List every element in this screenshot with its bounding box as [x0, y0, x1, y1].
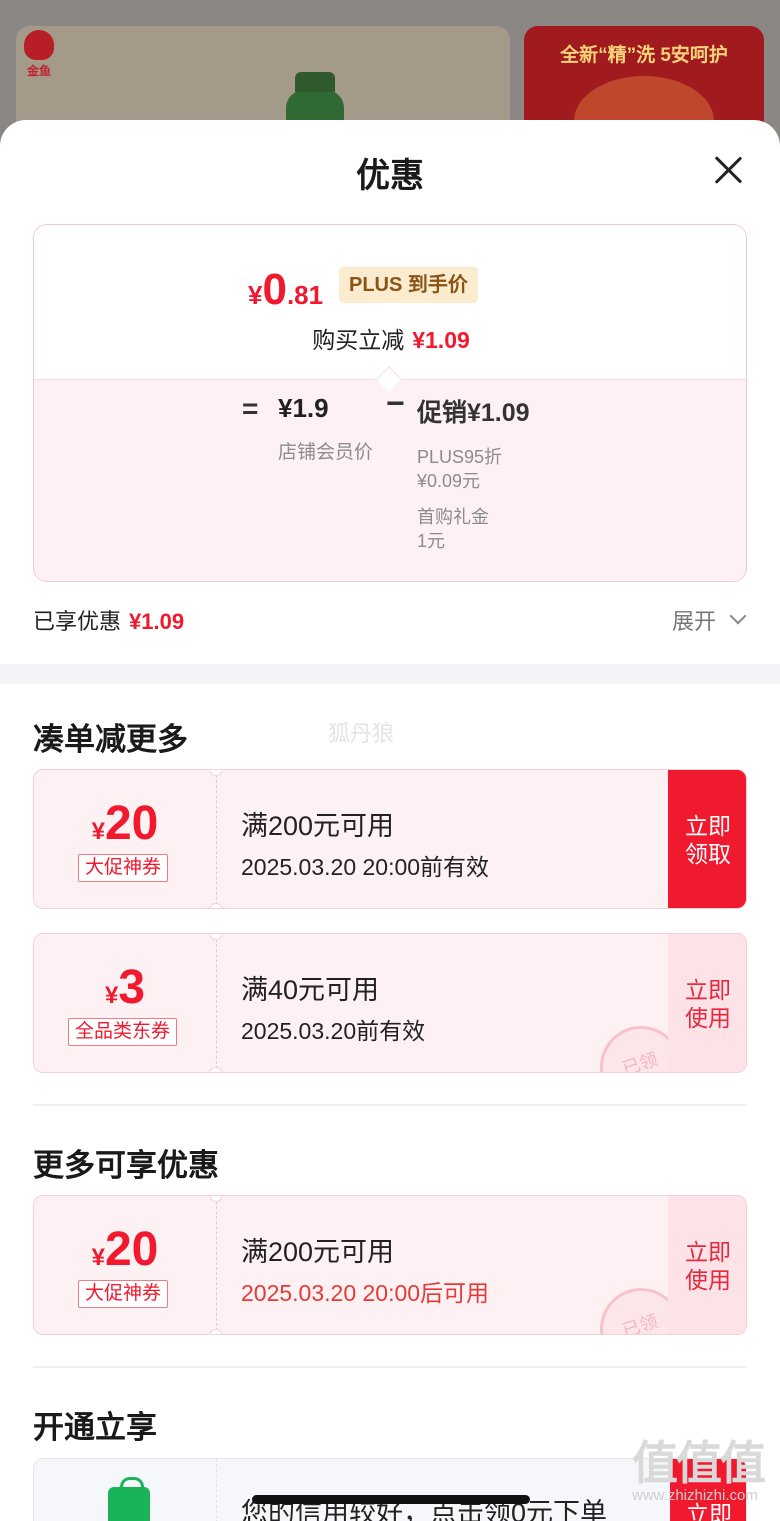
- brand-logo: 金鱼: [22, 30, 56, 80]
- minus-sign: −: [386, 385, 405, 421]
- promo-item: 首购礼金 1元: [417, 507, 489, 551]
- coupon-card: ¥20 大促神券 满200元可用 2025.03.20 20:00后可用 已领 …: [33, 1195, 747, 1335]
- enjoyed-discount: 已享优惠 ¥1.09: [33, 609, 185, 634]
- coupon-validity: 2025.03.20 20:00后可用: [241, 1280, 490, 1306]
- shopping-bag-icon: [108, 1477, 150, 1521]
- coupon-condition: 满200元可用: [241, 811, 395, 841]
- claim-coupon-button[interactable]: 立即 领取: [668, 770, 746, 908]
- coupon-card: ¥3 全品类东券 满40元可用 2025.03.20前有效 已领 立即 使用: [33, 933, 747, 1073]
- section-title-more-discount: 凑单减更多: [33, 722, 188, 757]
- coupon-type-tag: 大促神券: [78, 854, 169, 882]
- promo-banner-text: 全新“精”洗 5安呵护: [560, 45, 728, 66]
- promo-item: PLUS95折 ¥0.09元: [417, 447, 503, 491]
- use-coupon-button[interactable]: 立即 使用: [668, 1196, 746, 1334]
- instant-reduce: 购买立减 ¥1.09: [312, 327, 470, 353]
- plus-price-badge: PLUS 到手价: [339, 267, 478, 303]
- coupon-validity: 2025.03.20 20:00前有效: [241, 854, 490, 880]
- use-coupon-button[interactable]: 立即 使用: [668, 934, 746, 1072]
- base-price-label: 店铺会员价: [278, 442, 374, 463]
- section-title-open: 开通立享: [33, 1410, 157, 1445]
- coupon-amount: ¥3: [104, 961, 146, 1014]
- base-price: ¥1.9: [278, 393, 329, 423]
- divider: [33, 1366, 747, 1368]
- coupon-amount: ¥20: [91, 797, 159, 850]
- price-breakdown-box: ¥0.81 PLUS 到手价 购买立减 ¥1.09 = ¥1.9 店铺会员价 − …: [33, 224, 747, 582]
- discount-sheet: 优惠 ¥0.81 PLUS 到手价 购买立减 ¥1.09 = ¥1.9 店铺会员价…: [0, 120, 780, 1521]
- close-icon[interactable]: [712, 154, 744, 186]
- sheet-title: 优惠: [356, 157, 424, 195]
- coupon-condition: 满200元可用: [241, 1237, 395, 1267]
- coupon-condition: 满40元可用: [241, 975, 380, 1005]
- equals-sign: =: [242, 393, 259, 424]
- section-title-more-available: 更多可享优惠: [33, 1148, 219, 1183]
- final-price: ¥0.81: [248, 265, 324, 314]
- coupon-amount: ¥20: [91, 1223, 159, 1276]
- home-indicator[interactable]: [252, 1495, 530, 1504]
- site-watermark: 值值值 www.zhizhizhi.com: [632, 1437, 766, 1504]
- watermark-text: 狐丹狼: [328, 721, 395, 746]
- chevron-down-icon[interactable]: [729, 607, 747, 625]
- promo-total: 促销¥1.09: [417, 399, 530, 427]
- coupon-type-tag: 全品类东券: [68, 1018, 178, 1046]
- coupon-card: ¥20 大促神券 满200元可用 2025.03.20 20:00前有效 立即领…: [33, 769, 747, 909]
- divider: [33, 1104, 747, 1106]
- coupon-type-tag: 大促神券: [78, 1280, 169, 1308]
- coupon-validity: 2025.03.20前有效: [241, 1018, 426, 1044]
- section-separator: [0, 664, 780, 684]
- expand-button[interactable]: 展开: [672, 604, 716, 636]
